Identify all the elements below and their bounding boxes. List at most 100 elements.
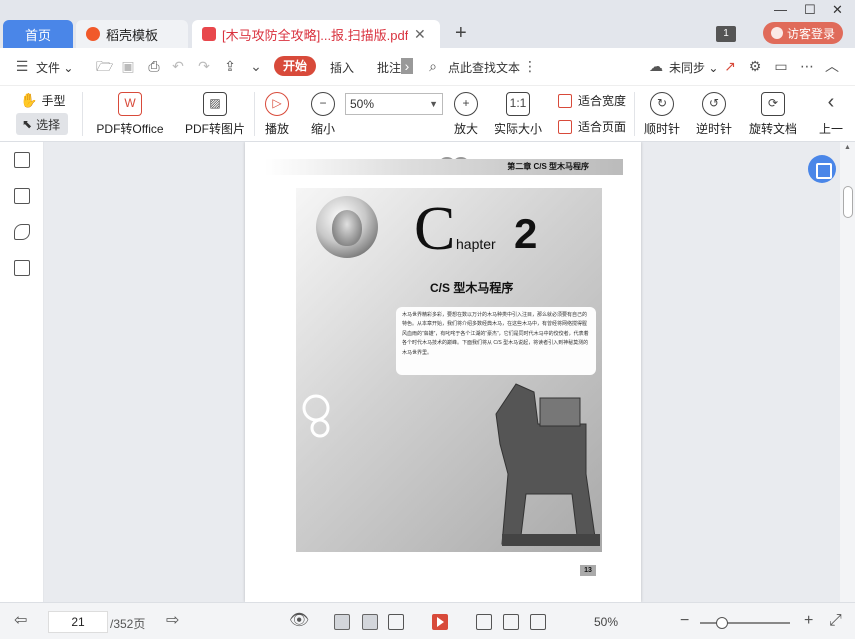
select-tool-button[interactable]: ⬉ 选择 [16, 113, 68, 135]
cursor-icon: ⬉ [22, 117, 33, 131]
rotate-counterclockwise-icon: ↺ [702, 92, 726, 116]
rotate-counterclockwise-button[interactable]: ↺ 逆时针 [696, 92, 732, 137]
chapter-word: hapter [456, 236, 496, 252]
outline-list-icon[interactable] [14, 152, 30, 168]
zoom-in-plus-icon[interactable]: + [804, 613, 813, 629]
ribbon-toolbar: ✋ 手型 ⬉ 选择 W PDF转Office ▨ PDF转图片 ▷ 播放 − 缩… [0, 86, 855, 142]
image-icon: ▨ [203, 92, 227, 116]
fullscreen-icon[interactable]: ⤢ [829, 613, 842, 629]
maximize-icon[interactable]: ☐ [804, 2, 816, 18]
cloud-icon: ☁ [649, 58, 663, 74]
menu-annotate[interactable]: 批注 [377, 59, 401, 76]
play-button[interactable]: ▷ 播放 [262, 92, 292, 137]
pdf-convert-icon: W [118, 92, 142, 116]
rotate-clockwise-label: 顺时针 [644, 122, 681, 136]
side-rail [0, 142, 44, 602]
previous-page-label: 上一 [818, 122, 843, 136]
hamburger-menu-icon[interactable]: ☰ [14, 58, 30, 74]
search-text-button[interactable]: 点此查找文本 [448, 59, 520, 76]
undo-icon[interactable]: ↶ [170, 58, 186, 74]
menu-start[interactable]: 开始 [274, 56, 316, 76]
pdf-to-office-button[interactable]: W PDF转Office [92, 92, 168, 137]
tab-templates[interactable]: 稻壳模板 [76, 20, 188, 48]
status-bar: ⇦ 21 /352页 ⇨ 👁 50% − + ⤢ [0, 602, 855, 639]
actual-size-status-icon[interactable] [476, 614, 492, 630]
settings-gear-icon[interactable]: ⚙ [747, 58, 763, 74]
scroll-up-icon[interactable]: ▲ [844, 144, 851, 151]
hand-tool-button[interactable]: ✋ 手型 [20, 92, 65, 109]
zoom-out-icon: − [311, 92, 335, 116]
next-page-arrow-icon[interactable]: ⇨ [166, 613, 179, 629]
previous-page-button[interactable]: ‹ 上一 [816, 92, 846, 137]
vertical-scrollbar[interactable]: ▲ [840, 142, 855, 602]
zoom-level[interactable]: 50% [594, 615, 618, 629]
more-horizontal-icon[interactable]: ⋯ [799, 58, 815, 74]
close-tab-icon[interactable]: ✕ [414, 26, 426, 43]
chevron-down-icon: ⌄ [63, 61, 74, 75]
fit-width-button[interactable]: 适合宽度 [558, 92, 626, 109]
comment-icon[interactable]: ▭ [773, 58, 789, 74]
tab-home[interactable]: 首页 [3, 20, 73, 48]
thumbnail-image-icon[interactable] [14, 188, 30, 204]
zoom-slider-knob[interactable] [716, 617, 728, 629]
tab-document[interactable]: [木马攻防全攻略]...报.扫描版.pdf ✕ [192, 20, 440, 48]
play-slideshow-icon[interactable] [432, 614, 448, 630]
redo-icon[interactable]: ↷ [196, 58, 212, 74]
login-button[interactable]: 访客登录 [763, 22, 843, 44]
eye-protection-icon[interactable]: 👁 [289, 613, 309, 629]
fit-page-button[interactable]: 适合页面 [558, 118, 626, 135]
zoom-in-button[interactable]: + 放大 [451, 92, 481, 137]
menu-insert[interactable]: 插入 [330, 59, 354, 76]
zoom-in-label: 放大 [453, 122, 478, 136]
new-tab-button[interactable]: + [455, 22, 467, 45]
docer-logo-icon [86, 27, 100, 41]
avatar-icon [770, 27, 783, 39]
pdf-to-image-button[interactable]: ▨ PDF转图片 [185, 92, 245, 137]
continuous-view-icon[interactable] [362, 614, 378, 630]
chapter-big-c: C [414, 195, 456, 263]
page-number-input[interactable]: 21 [48, 611, 108, 633]
divider [254, 92, 255, 136]
fit-window-icon[interactable] [503, 614, 519, 630]
zoom-out-minus-icon[interactable]: − [680, 613, 689, 629]
rotate-clockwise-button[interactable]: ↻ 顺时针 [644, 92, 680, 137]
divider [634, 92, 635, 136]
collapse-ribbon-icon[interactable]: ︿ [824, 58, 840, 74]
two-page-view-icon[interactable] [388, 614, 404, 630]
prev-page-arrow-icon[interactable]: ⇦ [14, 613, 27, 629]
zoom-select[interactable]: 50% ▼ [345, 93, 443, 115]
scrollbar-thumb[interactable] [843, 186, 853, 218]
close-window-icon[interactable]: ✕ [832, 2, 843, 18]
export-icon[interactable]: ⇪ [222, 58, 238, 74]
divider [82, 92, 83, 136]
play-label: 播放 [264, 122, 289, 136]
menu-file-label: 文件 [36, 61, 61, 75]
actual-size-button[interactable]: 1:1 实际大小 [491, 92, 545, 137]
tab-home-label: 首页 [24, 27, 51, 43]
save-icon[interactable]: ▣ [120, 58, 136, 74]
search-icon: ⌕ [429, 58, 437, 74]
zoom-out-button[interactable]: − 缩小 [308, 92, 338, 137]
trojan-horse-image [495, 383, 600, 546]
floating-tool-button[interactable] [808, 155, 836, 183]
rotate-document-button[interactable]: ⟳ 旋转文档 [748, 92, 798, 137]
sync-status-label: 未同步 [669, 61, 706, 75]
menu-file[interactable]: 文件 ⌄ [36, 59, 73, 76]
window-count-badge[interactable]: 1 [716, 26, 736, 42]
chevron-right-icon[interactable]: › [401, 58, 413, 74]
more-dropdown-icon[interactable]: ⌄ [248, 58, 264, 74]
share-icon[interactable]: ↗ [722, 58, 738, 74]
rings-decoration [302, 394, 330, 438]
signature-icon[interactable] [14, 260, 30, 276]
document-viewport[interactable]: 第二章 C/S 型木马程序 C hapter 2 C/S 型木马程序 木马世界精… [44, 142, 840, 602]
page-number: 13 [580, 565, 596, 576]
minimize-icon[interactable]: — [774, 2, 787, 17]
single-page-view-icon[interactable] [334, 614, 350, 630]
fit-width-status-icon[interactable] [530, 614, 546, 630]
open-folder-icon[interactable]: 🗁 [96, 58, 113, 74]
print-icon[interactable]: ⎙ [146, 58, 162, 74]
more-vertical-icon[interactable]: ⋮ [522, 58, 538, 74]
annotation-pen-icon[interactable] [14, 224, 30, 240]
sync-status[interactable]: 未同步 ⌄ [669, 59, 718, 76]
zoom-slider[interactable] [700, 617, 790, 629]
